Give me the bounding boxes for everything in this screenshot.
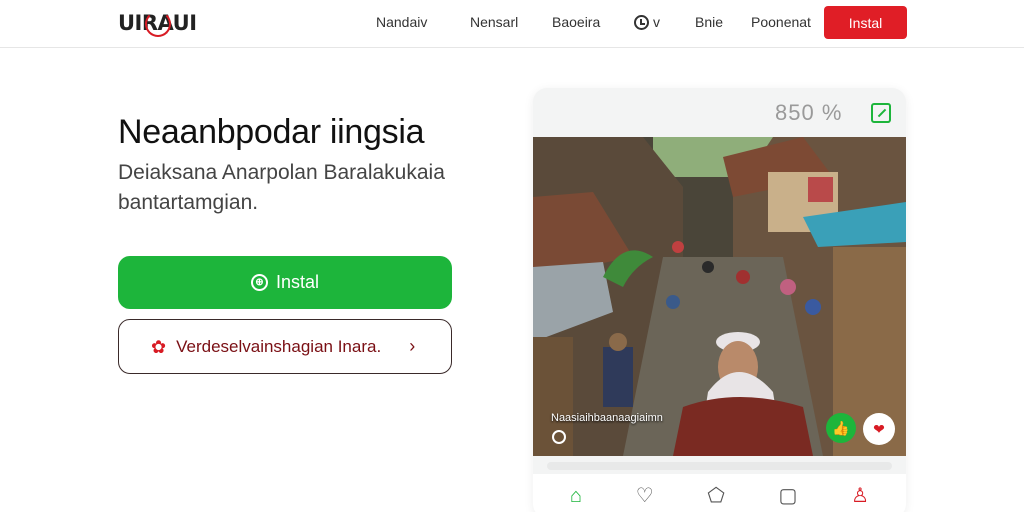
bottom-nav: ⌂ ♡ ⬠ ▢ ♙ xyxy=(533,474,906,512)
flower-icon: ✿ xyxy=(151,336,167,357)
user-icon[interactable]: ♙ xyxy=(851,486,869,506)
secondary-link-button[interactable]: ✿ Verdeselvainshagian Inara. › xyxy=(118,319,452,374)
hero-subtitle: Deiaksana Anarpolan Baralakukaia bantart… xyxy=(118,161,445,214)
edit-icon[interactable] xyxy=(871,103,891,123)
install-button-primary[interactable]: ⊕ Instal xyxy=(118,256,452,309)
house-outline-icon[interactable]: ⬠ xyxy=(707,486,724,506)
heart-icon[interactable]: ❤ xyxy=(863,413,895,445)
photo-illustration xyxy=(533,137,906,456)
thumbs-up-icon[interactable]: 👍 xyxy=(826,413,856,443)
heart-outline-icon[interactable]: ♡ xyxy=(636,486,654,506)
nav-link-3[interactable]: Baoeira xyxy=(552,14,600,30)
comment-icon[interactable] xyxy=(552,430,566,444)
chevron-right-icon: › xyxy=(409,336,416,356)
percent-readout: 850 % xyxy=(775,100,843,125)
box-icon[interactable]: ▢ xyxy=(778,486,797,506)
install-button-primary-label: Instal xyxy=(275,272,320,292)
nav-link-4[interactable]: v xyxy=(634,14,660,30)
download-icon: ⊕ xyxy=(250,274,268,291)
nav-link-1[interactable]: Nandaiv xyxy=(376,14,427,30)
nav-link-6[interactable]: Poonenat xyxy=(751,14,811,30)
nav-link-5[interactable]: Bnie xyxy=(695,14,723,30)
nav-link-2[interactable]: Nensarl xyxy=(470,14,518,30)
logo-ring-icon xyxy=(145,11,171,37)
clock-icon xyxy=(634,14,649,30)
home-icon[interactable]: ⌂ xyxy=(570,486,582,506)
hero-title: Neaanbpodar iingsia xyxy=(118,113,425,151)
install-button-header[interactable]: Instal xyxy=(824,6,907,39)
top-header: UIRAUI Nandaiv Nensarl Baoeira v Bnie Po… xyxy=(0,0,1024,48)
secondary-link-label: Verdeselvainshagian Inara. xyxy=(176,336,382,356)
logo[interactable]: UIRAUI xyxy=(118,8,197,38)
nav-link-4-label: v xyxy=(653,14,660,30)
village-street-photo: Naasiaihbaanaagiaimn 👍 ❤ xyxy=(533,137,906,456)
app-preview-card: 850 % Naasiaihbaanaagiaimn 👍 ❤ ⌂ ♡ ⬠ ▢ ♙ xyxy=(533,88,906,512)
photo-caption: Naasiaihbaanaagiaimn xyxy=(551,412,663,424)
scroll-indicator xyxy=(547,462,892,470)
card-top-bar: 850 % xyxy=(533,88,906,137)
